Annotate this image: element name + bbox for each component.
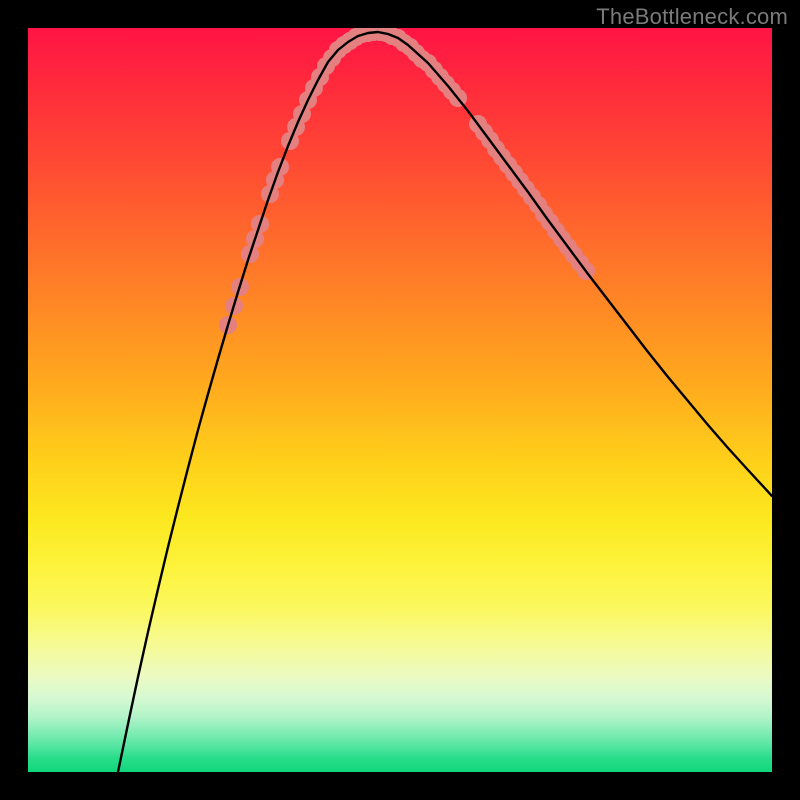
watermark-text: TheBottleneck.com	[596, 4, 788, 30]
chart-frame: TheBottleneck.com	[0, 0, 800, 800]
bottleneck-curve	[118, 32, 772, 772]
plot-area	[28, 28, 772, 772]
curve-layer	[28, 28, 772, 772]
